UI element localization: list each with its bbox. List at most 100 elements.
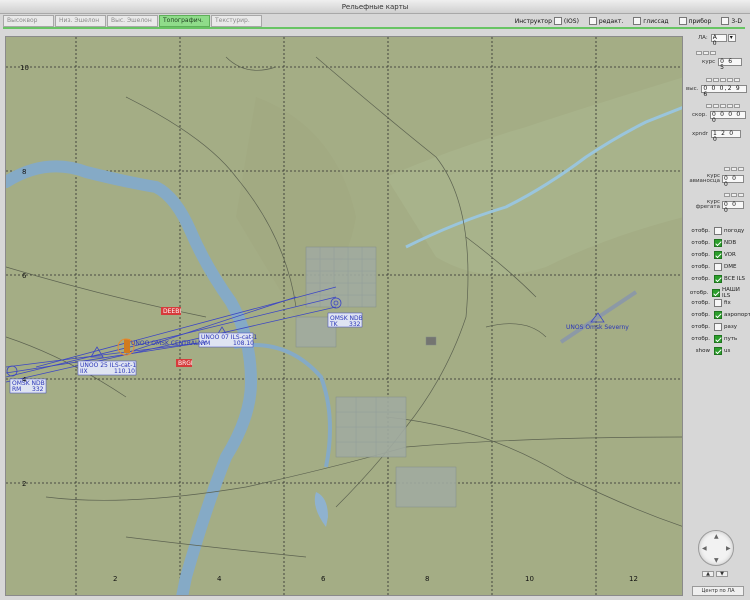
label-west-ndb-freq: 332 [32, 386, 44, 393]
label-ils-25-freq: 110.10 [114, 368, 135, 375]
kurs-avia-label: курс авианосца [689, 173, 720, 184]
skor-field[interactable]: 0 0 0 0 0 [709, 111, 746, 124]
layer-name: путь [724, 336, 738, 342]
layer-checkbox[interactable] [714, 323, 722, 331]
y-tick-6: 6 [22, 272, 27, 280]
skor-label: скор. [692, 112, 707, 118]
xpndr-label: xpndr [692, 131, 708, 137]
layer-prefix: отобр. [691, 300, 710, 306]
layer-checkbox[interactable] [714, 251, 722, 259]
layer-row: отобр. разу [686, 323, 737, 331]
la-dropdown-icon[interactable]: ▾ [727, 34, 736, 42]
map-frame[interactable]: OMSK NDB TK 332 UNOO 07 ILS-cat-1 RM 108… [5, 36, 683, 596]
vys-field[interactable]: 0 0 0,2 9 6 [701, 85, 748, 98]
pan-up-icon[interactable]: ▲ [714, 534, 719, 540]
layer-prefix: отобр. [691, 240, 710, 246]
layer-checkbox[interactable] [714, 263, 722, 271]
label-omsk-severny: UNOS Omsk Severny [566, 324, 629, 331]
layer-checkbox[interactable] [714, 335, 722, 343]
pan-down-icon[interactable]: ▼ [714, 558, 719, 564]
kurs-freg-arrows-row [724, 193, 744, 197]
layer-name: fix [724, 300, 731, 306]
option-instructor: Инструктор (IOS) [515, 17, 579, 25]
option-instrument-checkbox[interactable] [678, 17, 687, 25]
option-glideslope-checkbox[interactable] [633, 17, 642, 25]
option-instructor-checkbox[interactable] [553, 17, 562, 25]
skor-arrows-row [706, 104, 740, 108]
la-row: ЛА: A 0 ▾ [698, 34, 736, 47]
map-mode-tabs: Высоквор Низ. Эшелон Выс. Эшелон Топогра… [3, 15, 263, 27]
pan-right-icon[interactable]: ▶ [726, 546, 731, 552]
layer-checkbox[interactable] [714, 275, 722, 283]
layer-name: погоду [724, 228, 745, 234]
xpndr-field[interactable]: 1 2 0 0 [710, 130, 741, 143]
layer-checkbox[interactable] [714, 227, 722, 235]
option-3d-checkbox[interactable] [721, 17, 730, 25]
y-tick-2: 2 [22, 480, 26, 488]
layer-name: VOR [724, 252, 736, 258]
layer-name: ВСЕ ILS [724, 276, 746, 282]
tab-high-level[interactable]: Выс. Эшелон [107, 15, 158, 27]
vys-row: выс. 0 0 0,2 9 6 [686, 85, 748, 98]
layer-checkbox[interactable] [714, 347, 722, 355]
layer-checkbox[interactable] [712, 289, 721, 297]
topographic-map[interactable]: OMSK NDB TK 332 UNOO 07 ILS-cat-1 RM 108… [6, 37, 683, 596]
tab-vysokvor[interactable]: Высоквор [3, 15, 54, 27]
layer-row: отобр. DME [686, 263, 736, 271]
layer-name: us [724, 348, 731, 354]
layer-row: отобр. ВСЕ ILS [686, 275, 745, 283]
layer-prefix: отобр. [691, 336, 710, 342]
la-label: ЛА: [698, 35, 708, 41]
pan-left-icon[interactable]: ◀ [702, 546, 707, 552]
xpndr-row: xpndr 1 2 0 0 [692, 130, 741, 143]
skor-up-arrows[interactable] [706, 104, 740, 108]
tab-low-level[interactable]: Низ. Эшелон [55, 15, 106, 27]
layer-prefix: отобр. [689, 290, 709, 296]
zoom-out-button[interactable]: ▼ [716, 571, 728, 577]
x-tick-12: 12 [629, 575, 638, 583]
label-ils-07-freq: 108.10 [233, 340, 254, 347]
airport-runway [124, 339, 130, 353]
y-tick-10: 10 [20, 64, 29, 72]
layer-prefix: отобр. [691, 228, 710, 234]
tab-underline [3, 27, 745, 29]
layer-row: отобр. VOR [686, 251, 736, 259]
kurs-freg-up-arrows[interactable] [724, 193, 744, 197]
tab-topographic[interactable]: Топографич. [159, 15, 210, 27]
layer-prefix: show [695, 348, 710, 354]
kurs-avia-up-arrows[interactable] [724, 167, 744, 171]
app-window: Рельефные карты Высоквор Низ. Эшелон Выс… [0, 0, 750, 600]
layer-checkbox[interactable] [714, 299, 722, 307]
option-instrument-label: прибор [688, 17, 712, 25]
y-tick-8: 8 [22, 168, 26, 176]
layer-checkbox[interactable] [714, 239, 722, 247]
x-tick-8: 8 [425, 575, 429, 583]
layer-row: отобр. аэропорт [686, 311, 750, 319]
label-omsk-ndb-freq: 332 [349, 321, 361, 328]
vys-arrows-row [706, 78, 740, 82]
la-select[interactable]: A 0 [710, 34, 727, 47]
label-west-ndb-tk: RM [12, 386, 21, 393]
kurs-freg-label: курс фрегата [695, 199, 720, 210]
zoom-in-button[interactable]: ▲ [702, 571, 714, 577]
y-tick-4: 4 [22, 376, 27, 384]
kurs-field[interactable]: 0 6 5 [718, 58, 743, 71]
kurs-avia-field[interactable]: 0 0 0 [722, 175, 744, 188]
map-pan-control[interactable]: ▲ ▼ ◀ ▶ [698, 530, 734, 566]
x-tick-10: 10 [525, 575, 534, 583]
center-on-aircraft-button[interactable]: Центр по ЛА [692, 586, 744, 596]
layer-row: отобр. NDB [686, 239, 736, 247]
option-3d-label: 3-D [731, 17, 742, 25]
layer-prefix: отобр. [691, 252, 710, 258]
layer-checkbox[interactable] [714, 311, 722, 319]
vys-up-arrows[interactable] [706, 78, 740, 82]
layer-prefix: отобр. [691, 312, 710, 318]
option-edit-checkbox[interactable] [588, 17, 597, 25]
kurs-arrows-row [696, 51, 716, 55]
label-omsk-ndb-tk: TK [329, 321, 339, 328]
kurs-up-arrows[interactable] [696, 51, 716, 55]
kurs-freg-field[interactable]: 0 0 0 [722, 201, 744, 214]
option-glideslope: глиссад [631, 17, 669, 25]
tab-textured[interactable]: Текстурир. [211, 15, 262, 27]
layer-row: отобр. НАШИ ILS [686, 287, 748, 299]
